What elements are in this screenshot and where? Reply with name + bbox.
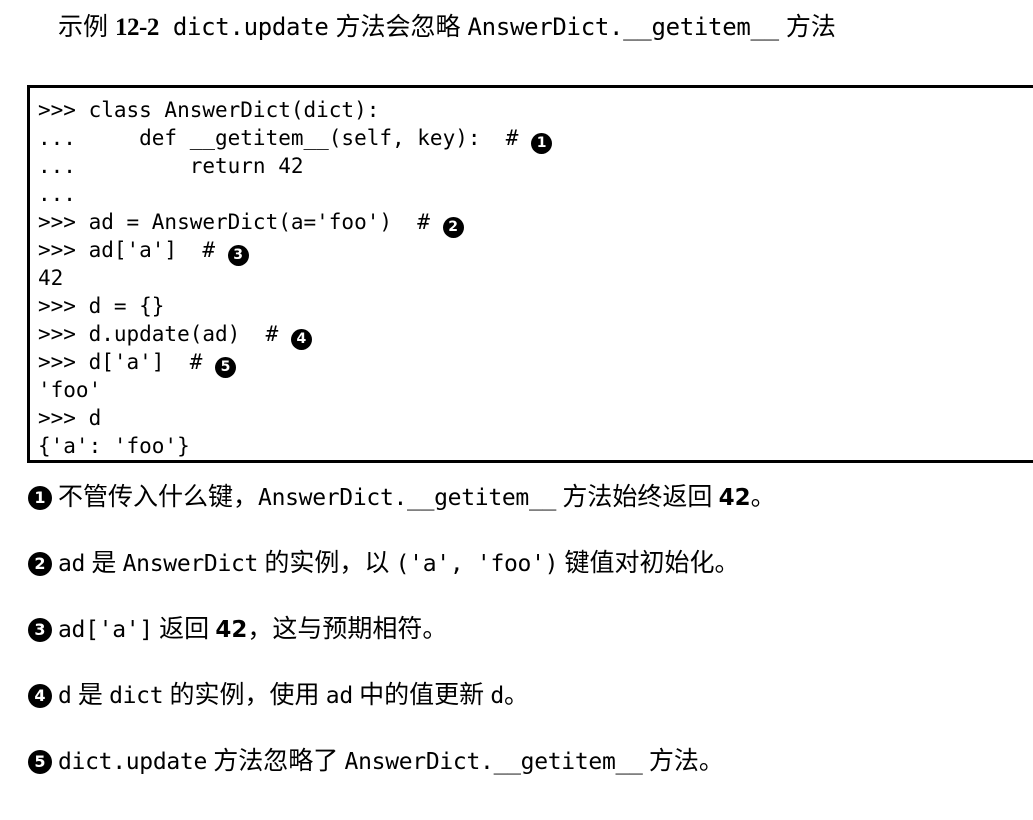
- code-line: >>> d['a'] # 5: [38, 348, 1033, 378]
- code-line: >>> ad = AnswerDict(a='foo') # 2: [38, 208, 1033, 238]
- code-line-text: {'a': 'foo'}: [38, 434, 190, 458]
- caption-number: 12-2: [115, 14, 159, 41]
- note-span-mono: AnswerDict.__getitem__: [258, 485, 557, 511]
- code-line: ...: [38, 180, 1033, 208]
- code-line-text: ...: [38, 182, 76, 206]
- note-marker-2: 2: [28, 552, 52, 576]
- callout-marker-2: 2: [442, 217, 464, 238]
- note-marker-3: 3: [28, 618, 52, 642]
- annotation-note: 4d 是 dict 的实例，使用 ad 中的值更新 d。: [28, 681, 1028, 747]
- note-span-mono: d: [58, 683, 72, 709]
- code-line-text: >>> d: [38, 406, 102, 430]
- code-line: 'foo': [38, 376, 1033, 404]
- note-span-mono: dict: [109, 683, 164, 709]
- code-line-text: >>> d.update(ad) #: [38, 322, 291, 346]
- note-text: ad['a'] 返回 42，这与预期相符。: [58, 615, 447, 645]
- code-line: 42: [38, 264, 1033, 292]
- code-line-text: 42: [38, 266, 64, 290]
- note-span-mono: ad: [325, 683, 353, 709]
- callout-marker-3: 3: [227, 245, 249, 266]
- annotation-note: 5 dict.update 方法忽略了 AnswerDict.__getitem_…: [28, 747, 1028, 813]
- note-span-cn: 。: [503, 682, 529, 709]
- code-line: {'a': 'foo'}: [38, 432, 1033, 460]
- caption-text-2: 方法: [785, 14, 836, 41]
- code-line: >>> d = {}: [38, 292, 1033, 320]
- code-line-text: >>> class AnswerDict(dict):: [38, 98, 380, 122]
- note-span-cn: 不管传入什么键，: [58, 484, 259, 511]
- note-span-cn: 返回: [152, 616, 216, 643]
- note-span-cn: 的实例，使用: [163, 682, 326, 709]
- code-listing-box: >>> class AnswerDict(dict):... def __get…: [27, 85, 1033, 463]
- code-line-text: >>> ad = AnswerDict(a='foo') #: [38, 210, 443, 234]
- annotation-note: 2 ad 是 AnswerDict 的实例，以 ('a', 'foo') 键值对初…: [28, 549, 1028, 615]
- callout-marker-4: 4: [290, 329, 312, 350]
- note-span-cn: 方法始终返回: [556, 484, 719, 511]
- code-line-text: ... def __getitem__(self, key): #: [38, 126, 532, 150]
- example-caption: 示例 12-2 dict.update 方法会忽略 AnswerDict.__getit…: [58, 6, 1033, 48]
- code-line: >>> d.update(ad) # 4: [38, 320, 1033, 350]
- code-line: ... def __getitem__(self, key): # 1: [38, 124, 1033, 154]
- callout-marker-5: 5: [215, 357, 237, 378]
- code-line-text: >>> d = {}: [38, 294, 165, 318]
- note-marker-5: 5: [28, 750, 52, 774]
- note-span-cn: 的实例，以: [258, 550, 396, 577]
- note-span-mono: AnswerDict.__getitem__: [344, 749, 643, 775]
- code-line: ... return 42: [38, 152, 1033, 180]
- note-span-cn: 是: [85, 550, 123, 577]
- callout-marker-1: 1: [531, 133, 553, 154]
- note-text: 不管传入什么键，AnswerDict.__getitem__ 方法始终返回 42…: [58, 483, 776, 513]
- code-line-text: 'foo': [38, 378, 102, 402]
- note-span-num: 42: [718, 485, 751, 511]
- note-span-mono: d: [490, 683, 504, 709]
- note-span-cn: 。: [750, 484, 776, 511]
- caption-code-1: dict.update: [172, 13, 329, 41]
- code-line-text: ... return 42: [38, 154, 304, 178]
- note-span-cn: 是: [71, 682, 110, 709]
- code-line: >>> class AnswerDict(dict):: [38, 96, 1033, 124]
- note-text: dict.update 方法忽略了 AnswerDict.__getitem__…: [58, 747, 724, 777]
- note-marker-1: 1: [28, 486, 52, 510]
- note-span-cn: 中的值更新: [352, 682, 491, 709]
- code-line-text: >>> ad['a'] #: [38, 238, 228, 262]
- note-span-mono: AnswerDict: [122, 551, 259, 577]
- note-span-mono: dict.update: [58, 749, 208, 775]
- note-span-cn: ，这与预期相符。: [247, 616, 448, 643]
- code-line: >>> d: [38, 404, 1033, 432]
- code-line: >>> ad['a'] # 3: [38, 236, 1033, 266]
- caption-label: 示例: [58, 14, 109, 41]
- note-span-mono: ad: [58, 551, 86, 577]
- note-span-mono: ad['a']: [58, 617, 153, 643]
- note-span-cn: 键值对初始化。: [558, 550, 740, 577]
- example-figure-page: 示例 12-2 dict.update 方法会忽略 AnswerDict.__getit…: [0, 0, 1033, 820]
- code-line-text: >>> d['a'] #: [38, 350, 216, 374]
- note-span-mono: ('a', 'foo'): [395, 551, 559, 577]
- note-span-cn: 方法。: [642, 748, 724, 775]
- note-span-cn: 方法忽略了: [207, 748, 345, 775]
- annotation-note: 3 ad['a'] 返回 42，这与预期相符。: [28, 615, 1028, 681]
- caption-text-1: 方法会忽略: [335, 14, 461, 41]
- note-span-num: 42: [215, 617, 248, 643]
- note-text: ad 是 AnswerDict 的实例，以 ('a', 'foo') 键值对初始…: [58, 549, 739, 579]
- annotation-note: 1 不管传入什么键，AnswerDict.__getitem__ 方法始终返回 4…: [28, 483, 1028, 549]
- note-marker-4: 4: [28, 684, 52, 708]
- note-text: d 是 dict 的实例，使用 ad 中的值更新 d。: [58, 681, 529, 711]
- annotation-notes-list: 1 不管传入什么键，AnswerDict.__getitem__ 方法始终返回 4…: [28, 483, 1028, 813]
- code-listing-content: >>> class AnswerDict(dict):... def __get…: [38, 96, 1033, 460]
- caption-code-2: AnswerDict.__getitem__: [467, 13, 780, 41]
